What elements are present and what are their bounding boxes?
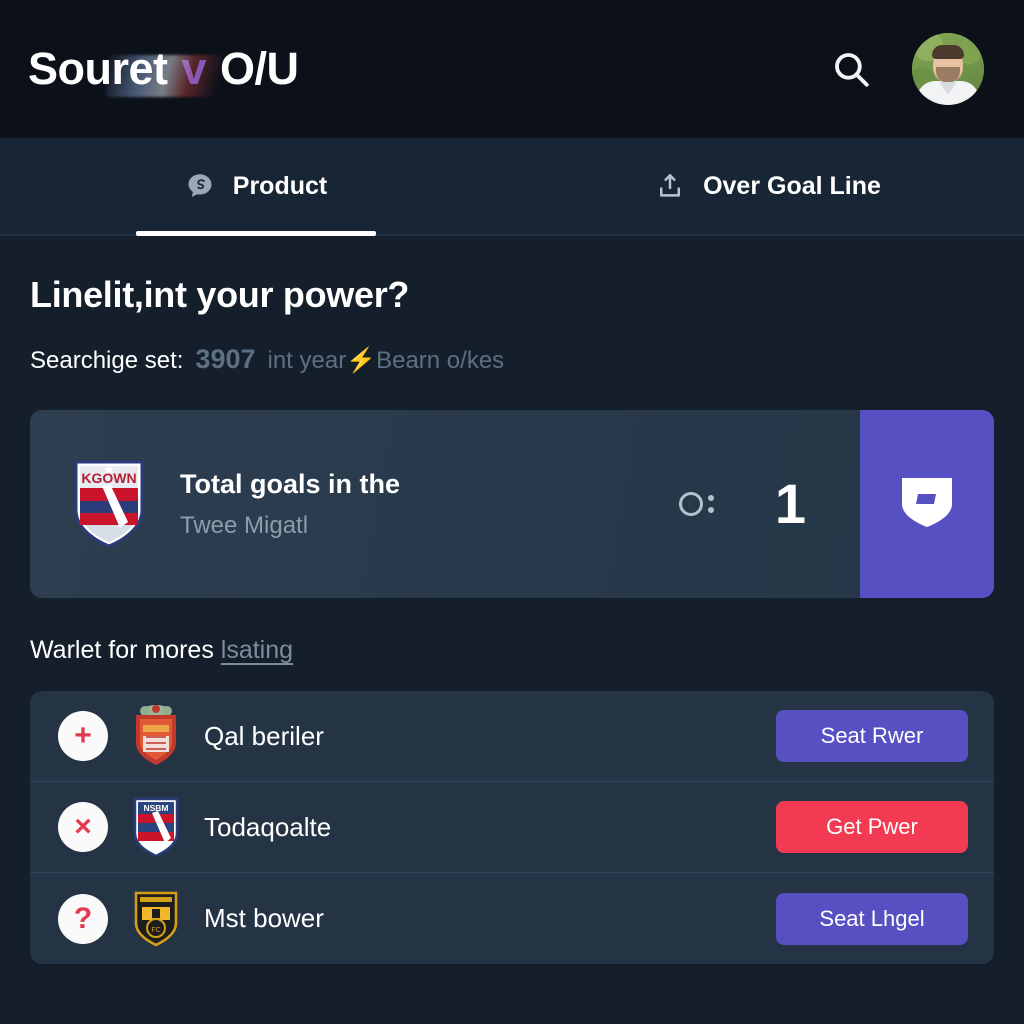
chat-bubble-icon [185, 171, 215, 201]
svg-text:FC: FC [151, 927, 160, 934]
table-row[interactable]: ? FC Mst bower Seat Lhgel [30, 873, 994, 964]
featured-card-subtitle: Twee Migatl [180, 511, 309, 539]
search-icon [830, 48, 872, 90]
search-summary-rest: int year⚡Bearn o/kes [267, 347, 505, 374]
featured-card-text: Total goals in the Twee Migatl [180, 469, 400, 540]
tab-over-goal-line[interactable]: Over Goal Line [512, 138, 1024, 234]
search-summary-prefix: Searchige set: [30, 347, 184, 374]
brand-name: Souret [28, 43, 168, 94]
row-label: Qal beriler [204, 720, 324, 751]
featured-card-info: KGOWN Total goals in the Twee Migatl [30, 410, 675, 598]
featured-card-action-button[interactable] [860, 410, 994, 598]
close-x-icon[interactable]: × [58, 802, 108, 852]
more-info-row: Warlet for mores lsating [30, 636, 994, 665]
black-gold-crest-icon: FC [132, 885, 180, 952]
avatar-hair [932, 45, 964, 59]
brand-market: O/U [220, 43, 299, 94]
avatar[interactable] [912, 33, 984, 105]
table-row[interactable]: × NSBM Todaqoalte Get Pwer [30, 782, 994, 873]
red-orange-crest-icon [132, 703, 180, 770]
featured-card-value: 1 [774, 472, 806, 535]
main-content: Linelit,int your power? Searchige set: 3… [0, 274, 1024, 964]
tab-product[interactable]: Product [0, 138, 512, 234]
tab-label: Product [232, 171, 328, 200]
app-header: Souret v O/U [0, 0, 1024, 138]
row-label: Mst bower [204, 903, 324, 933]
selection-list: + Qal beriler Seat Rwer × NSBM Todaqoalt… [30, 691, 994, 964]
plus-icon[interactable]: + [58, 711, 108, 761]
kgown-shield-crest-icon: KGOWN [72, 456, 146, 553]
avatar-collar [939, 82, 957, 95]
over-under-marker-icon [675, 484, 721, 524]
status-glyph: + [74, 719, 92, 752]
row-label: Todaqoalte [204, 811, 332, 842]
more-info-link[interactable]: lsating [221, 636, 293, 664]
row-action-button[interactable]: Seat Rwer [776, 710, 968, 762]
svg-text:NSBM: NSBM [143, 803, 168, 813]
row-action-button[interactable]: Seat Lhgel [776, 892, 968, 945]
search-summary: Searchige set: 3907 int year⚡Bearn o/kes [30, 344, 994, 375]
row-action-button[interactable]: Get Pwer [776, 801, 968, 853]
featured-card-odds: 1 [675, 410, 860, 598]
shield-badge-icon [896, 472, 958, 537]
upload-share-icon [655, 171, 685, 201]
table-row[interactable]: + Qal beriler Seat Rwer [30, 691, 994, 782]
featured-card-title: Total goals in the [180, 468, 401, 499]
brand-title: Souret v O/U [28, 43, 299, 97]
more-info-text: Warlet for mores [30, 636, 214, 664]
search-button[interactable] [824, 42, 878, 96]
search-summary-count: 3907 [195, 344, 256, 374]
question-mark-icon[interactable]: ? [58, 893, 108, 944]
featured-market-card[interactable]: KGOWN Total goals in the Twee Migatl 1 [30, 410, 994, 598]
status-glyph: × [74, 810, 92, 843]
tab-label: Over Goal Line [703, 171, 881, 200]
blue-red-shield-crest-icon: NSBM [132, 794, 180, 861]
svg-text:KGOWN: KGOWN [81, 470, 136, 486]
status-glyph: ? [73, 901, 93, 935]
tab-bar: Product Over Goal Line [0, 138, 1024, 236]
page-title: Linelit,int your power? [30, 274, 410, 315]
